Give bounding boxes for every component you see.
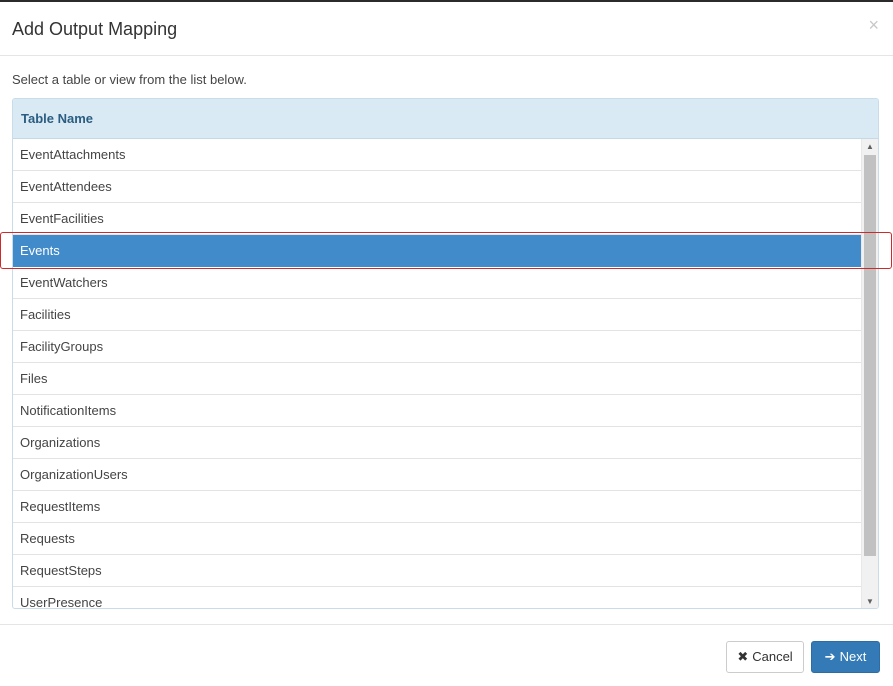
modal-title: Add Output Mapping [12,19,178,39]
table-row[interactable]: OrganizationUsers [13,459,862,491]
table-row[interactable]: EventWatchers [13,267,862,299]
next-button-label: Next [839,649,867,664]
close-icon: ✖ [737,649,749,664]
table-row[interactable]: Organizations [13,427,862,459]
instruction-text: Select a table or view from the list bel… [12,72,247,87]
modal-footer: ✖ Cancel ➔ Next [0,624,893,686]
table-row[interactable]: EventAttachments [13,139,862,171]
table-row[interactable]: Facilities [13,299,862,331]
cancel-button-label: Cancel [752,649,793,664]
table-header[interactable]: Table Name [13,99,878,139]
table-body: EventAttachments EventAttendees EventFacil… [13,139,862,608]
table-row[interactable]: Files [13,363,862,395]
table-header-label: Table Name [21,111,94,126]
arrow-right-icon: ➔ [824,649,836,664]
table-row[interactable]: EventFacilities [13,203,862,235]
cancel-button[interactable]: ✖ Cancel [726,641,804,673]
table-row[interactable]: FacilityGroups [13,331,862,363]
table-row[interactable]: RequestItems [13,491,862,523]
next-button[interactable]: ➔ Next [811,641,880,673]
scrollbar-thumb[interactable] [864,155,876,556]
scroll-down-arrow-icon[interactable]: ▼ [862,594,878,608]
table-row[interactable]: Events [13,235,862,267]
table-row[interactable]: UserPresence [13,587,862,608]
modal-header: Add Output Mapping × [0,2,893,56]
table-list: Table Name EventAttachments EventAttendee… [12,98,879,609]
table-row[interactable]: Requests [13,523,862,555]
table-row[interactable]: NotificationItems [13,395,862,427]
close-icon[interactable]: × [868,16,879,34]
table-row[interactable]: EventAttendees [13,171,862,203]
scrollbar[interactable]: ▲ ▼ [861,139,878,608]
scroll-up-arrow-icon[interactable]: ▲ [862,139,878,155]
table-row[interactable]: RequestSteps [13,555,862,587]
